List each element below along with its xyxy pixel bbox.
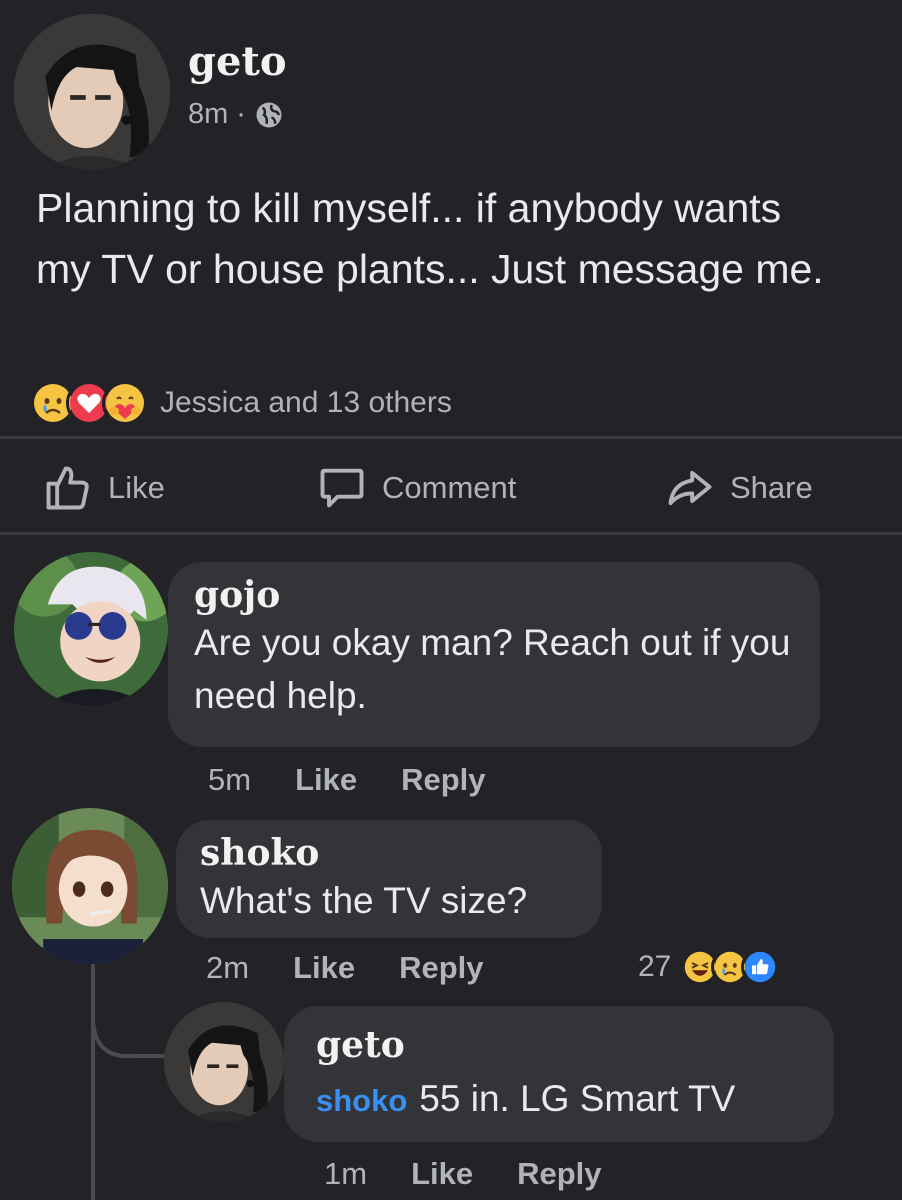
divider-bottom	[0, 532, 902, 535]
reply-meta: 1m Like Reply	[324, 1156, 646, 1192]
comment-button[interactable]: Comment	[316, 462, 516, 514]
comment-like-button[interactable]: Like	[295, 762, 357, 798]
like-reaction-icon	[741, 948, 780, 986]
post-author-name[interactable]: geto	[188, 38, 287, 85]
mention-tag[interactable]: shoko	[316, 1074, 407, 1127]
thread-line-vertical	[91, 964, 95, 1200]
gojo-avatar[interactable]	[14, 552, 168, 706]
thumbs-up-icon	[46, 466, 89, 510]
reaction-count: 27	[638, 950, 672, 983]
globe-icon	[256, 102, 282, 127]
share-arrow-icon	[668, 470, 712, 506]
like-label: Like	[108, 470, 165, 505]
share-button[interactable]: Share	[664, 462, 813, 514]
like-button[interactable]: Like	[42, 462, 165, 514]
reply-time: 1m	[324, 1156, 368, 1191]
comment-reply-button[interactable]: Reply	[401, 762, 485, 798]
shoko-comment-meta: 2m Like Reply	[206, 950, 528, 986]
reply-like-button[interactable]: Like	[411, 1156, 473, 1192]
geto-avatar[interactable]	[14, 14, 170, 170]
shoko-comment-bubble[interactable]: shoko What's the TV size?	[176, 820, 602, 938]
comment-like-button[interactable]: Like	[293, 950, 355, 986]
reply-reply-button[interactable]: Reply	[517, 1156, 601, 1192]
comment-label: Comment	[382, 470, 517, 505]
post-text: Planning to kill myself... if anybody wa…	[36, 185, 824, 292]
gojo-comment-meta: 5m Like Reply	[208, 762, 530, 798]
reply-comment-bubble[interactable]: geto shoko 55 in. LG Smart TV	[284, 1006, 834, 1142]
thread-line-connector	[91, 1020, 169, 1059]
comment-time: 2m	[206, 950, 250, 985]
reaction-summary[interactable]: Jessica and 13 others	[160, 386, 452, 420]
comment-time: 5m	[208, 762, 252, 797]
comment-text: Are you okay man? Reach out if you need …	[194, 622, 791, 716]
reply-geto-avatar[interactable]	[164, 1002, 284, 1122]
comment-reply-button[interactable]: Reply	[399, 950, 483, 986]
gojo-comment-bubble[interactable]: gojo Are you okay man? Reach out if you …	[168, 562, 820, 747]
post-reactions[interactable]: Jessica and 13 others	[30, 380, 452, 426]
reply-text: 55 in. LG Smart TV	[419, 1078, 736, 1119]
meta-separator: ·	[236, 98, 246, 130]
comment-bubble-icon	[320, 468, 364, 508]
post-time[interactable]: 8m	[188, 98, 228, 131]
shoko-avatar[interactable]	[12, 808, 168, 964]
reply-author-name[interactable]: geto	[316, 1024, 834, 1066]
post-meta: 8m ·	[188, 98, 284, 131]
comment-author-name[interactable]: shoko	[200, 832, 602, 874]
share-label: Share	[730, 470, 813, 505]
divider-top	[0, 436, 902, 439]
comment-text: What's the TV size?	[200, 880, 528, 921]
shoko-comment-reactions[interactable]: 27	[638, 948, 780, 986]
reply-text-line: shoko 55 in. LG Smart TV	[316, 1072, 834, 1127]
comment-author-name[interactable]: gojo	[194, 574, 820, 616]
care-reaction-icon	[102, 380, 148, 426]
